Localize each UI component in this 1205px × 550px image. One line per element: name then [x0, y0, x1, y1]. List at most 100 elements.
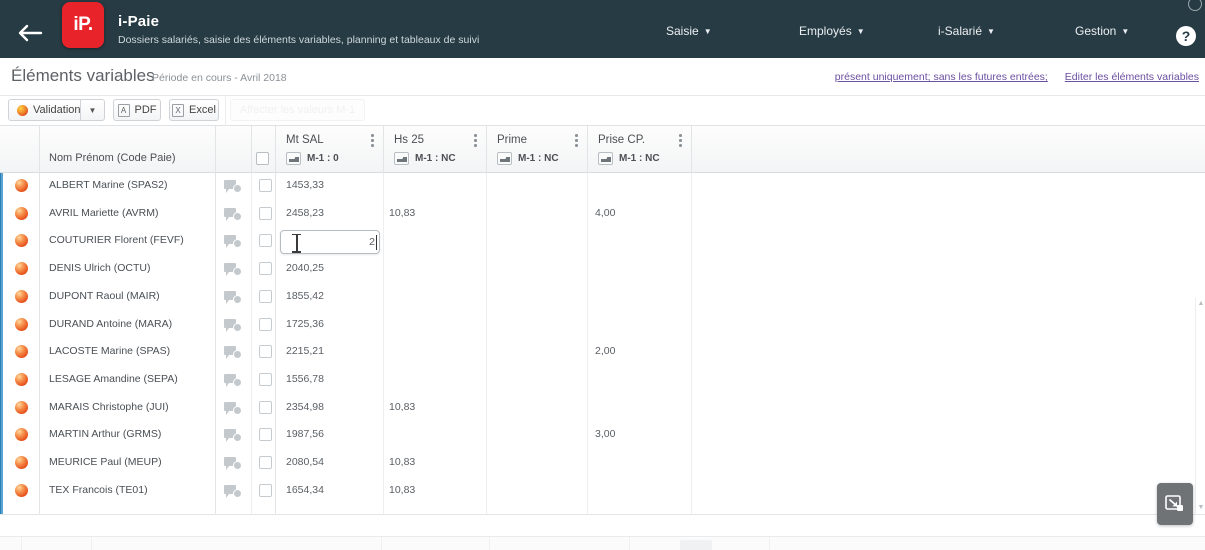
cell-hs25[interactable]: 10,83: [389, 401, 415, 413]
cell-prise-cp[interactable]: 2,00: [595, 345, 615, 357]
nav-item-employes-label: Employés: [799, 24, 852, 38]
cell-hs25[interactable]: 10,83: [389, 456, 415, 468]
employee-name: MARTIN Arthur (GRMS): [49, 428, 162, 441]
excel-export-button[interactable]: X Excel: [169, 99, 219, 121]
grid-header-name-col: Nom Prénom (Code Paie): [40, 126, 216, 173]
cell-mt-sal[interactable]: 1453,33: [286, 179, 324, 191]
kebab-menu-icon[interactable]: [575, 134, 578, 147]
grid-header-col-hs25-sub: M-1 : NC: [394, 152, 456, 165]
mt-sal-input[interactable]: 2: [280, 229, 380, 254]
main-nav: Saisie ▼ Employés ▼ i-Salarié ▼ Gestion ▼: [650, 6, 1140, 58]
scroll-down-icon[interactable]: ▼: [1197, 504, 1205, 512]
nav-item-saisie[interactable]: Saisie ▼: [666, 24, 712, 38]
nav-item-employes[interactable]: Employés ▼: [799, 24, 865, 38]
cell-prise-cp[interactable]: 4,00: [595, 207, 615, 219]
comment-icon[interactable]: [224, 263, 242, 277]
vertical-scrollbar[interactable]: ▲ ▼: [1195, 298, 1205, 514]
row-checkbox[interactable]: [259, 483, 272, 497]
grid-header-col-hs25-sub-label: M-1 : NC: [415, 153, 456, 164]
kebab-menu-icon[interactable]: [679, 134, 682, 147]
comment-icon[interactable]: [224, 429, 242, 443]
link-present-uniquement[interactable]: présent uniquement; sans les futures ent…: [835, 71, 1048, 83]
pdf-export-button[interactable]: A PDF: [113, 99, 161, 121]
cell-mt-sal[interactable]: 1855,42: [286, 290, 324, 302]
select-all-checkbox[interactable]: [256, 152, 269, 165]
comment-icon[interactable]: [224, 484, 242, 498]
row-checkbox[interactable]: [259, 289, 272, 303]
table-row[interactable]: AVRIL Mariette (AVRM) 2458,23 10,83 4,00: [0, 201, 1205, 229]
app-logo[interactable]: iP.: [62, 2, 104, 48]
cell-mt-sal[interactable]: 2215,21: [286, 345, 324, 357]
nav-item-isalarie[interactable]: i-Salarié ▼: [938, 24, 995, 38]
table-row[interactable]: LACOSTE Marine (SPAS) 2215,21 2,00: [0, 339, 1205, 367]
comment-icon[interactable]: [224, 180, 242, 193]
cell-mt-sal[interactable]: 2458,23: [286, 207, 324, 219]
nav-item-gestion[interactable]: Gestion ▼: [1075, 24, 1129, 38]
row-checkbox[interactable]: [259, 234, 272, 248]
excel-button-label: Excel: [189, 104, 216, 116]
grid-header-status-col: [0, 126, 40, 173]
table-row[interactable]: DURAND Antoine (MARA) 1725,36: [0, 312, 1205, 340]
table-row[interactable]: TEX Francois (TE01) 1654,34 10,83: [0, 478, 1205, 506]
table-row[interactable]: DUPONT Raoul (MAIR) 1855,42: [0, 284, 1205, 312]
table-row[interactable]: MEURICE Paul (MEUP) 2080,54 10,83: [0, 450, 1205, 478]
table-row[interactable]: DENIS Ulrich (OCTU) 2040,25: [0, 256, 1205, 284]
employee-name: DUPONT Raoul (MAIR): [49, 289, 160, 302]
row-checkbox[interactable]: [259, 262, 272, 276]
table-row[interactable]: MARTIN Arthur (GRMS) 1987,56 3,00: [0, 422, 1205, 450]
employee-name: MARAIS Christophe (JUI): [49, 400, 169, 413]
row-checkbox[interactable]: [259, 206, 272, 220]
employee-name: DURAND Antoine (MARA): [49, 317, 173, 330]
comment-icon[interactable]: [224, 457, 242, 470]
comment-icon[interactable]: [224, 318, 242, 332]
toolbar-divider: [225, 96, 226, 126]
cell-mt-sal[interactable]: 2354,98: [286, 401, 324, 413]
comment-icon[interactable]: [224, 207, 242, 221]
grid-footer-summary: [0, 536, 1205, 550]
cell-mt-sal[interactable]: 2080,54: [286, 456, 324, 468]
cell-mt-sal[interactable]: 1725,36: [286, 318, 324, 330]
comment-icon[interactable]: [224, 346, 242, 360]
grid-header-col-prime-sub-label: M-1 : NC: [518, 153, 559, 164]
validation-dropdown-button[interactable]: ▼: [80, 99, 105, 121]
comment-icon[interactable]: [224, 290, 242, 304]
row-status-icon: [15, 234, 28, 248]
row-checkbox[interactable]: [259, 317, 272, 331]
chevron-down-icon: ▼: [1121, 27, 1130, 36]
table-row[interactable]: COUTURIER Florent (FEVF) 2: [0, 228, 1205, 256]
table-row[interactable]: LESAGE Amandine (SEPA) 1556,78: [0, 367, 1205, 395]
expand-panel-icon: [1165, 495, 1183, 511]
link-editer-elements-variables[interactable]: Editer les éléments variables: [1065, 71, 1199, 83]
row-checkbox[interactable]: [259, 345, 272, 359]
cell-hs25[interactable]: 10,83: [389, 484, 415, 496]
brand-block: i-Paie Dossiers salariés, saisie des élé…: [118, 14, 479, 47]
cell-mt-sal[interactable]: 1556,78: [286, 373, 324, 385]
comment-icon[interactable]: [224, 373, 242, 387]
row-status-icon: [15, 317, 28, 331]
kebab-menu-icon[interactable]: [371, 134, 374, 147]
row-status-icon: [15, 262, 28, 276]
row-checkbox[interactable]: [259, 456, 272, 469]
cell-mt-sal[interactable]: 1987,56: [286, 428, 324, 440]
scroll-up-icon[interactable]: ▲: [1197, 300, 1205, 308]
comment-icon[interactable]: [224, 235, 242, 249]
grid-header-col-prime: Prime M-1 : NC: [487, 126, 588, 173]
row-checkbox[interactable]: [259, 372, 272, 386]
comment-icon[interactable]: [224, 401, 242, 415]
table-row[interactable]: ALBERT Marine (SPAS2) 1453,33: [0, 173, 1205, 201]
cell-hs25[interactable]: 10,83: [389, 207, 415, 219]
cell-prise-cp[interactable]: 3,00: [595, 428, 615, 440]
page-title: Éléments variables: [11, 66, 155, 85]
row-checkbox[interactable]: [259, 400, 272, 414]
table-row[interactable]: MARAIS Christophe (JUI) 2354,98 10,83: [0, 395, 1205, 423]
help-icon[interactable]: ?: [1176, 26, 1196, 46]
cell-mt-sal[interactable]: 2040,25: [286, 262, 324, 274]
back-arrow-icon[interactable]: [14, 20, 46, 46]
row-checkbox[interactable]: [259, 179, 272, 192]
toolbar: Validation ▼ A PDF X Excel Affecter les …: [0, 96, 1205, 126]
row-checkbox[interactable]: [259, 428, 272, 442]
expand-panel-button[interactable]: [1157, 483, 1193, 525]
cell-mt-sal[interactable]: 1654,34: [286, 484, 324, 496]
row-status-icon: [15, 206, 28, 220]
kebab-menu-icon[interactable]: [474, 134, 477, 147]
